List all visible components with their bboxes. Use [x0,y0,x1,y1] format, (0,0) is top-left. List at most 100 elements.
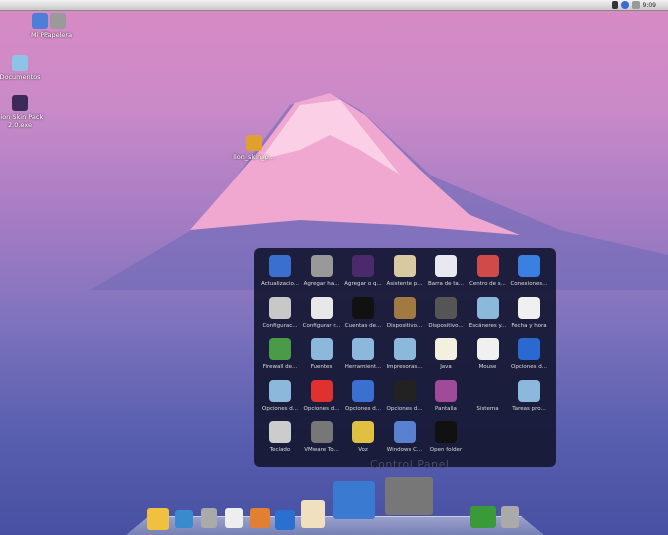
control-panel-item[interactable]: Opciones d... [384,379,426,412]
control-panel-item-label: Configurac... [262,322,298,329]
windows-cardspace-icon [393,421,416,443]
control-panel-item[interactable]: Opciones d... [342,379,384,412]
desktop-icon[interactable]: lion_skin_p... [224,135,284,161]
control-panel-item[interactable]: Teclado [259,421,301,453]
control-panel-item-label: Teclado [269,447,291,453]
control-panel-item[interactable]: Configurac... [259,296,301,329]
mouse-oval-icon [310,296,333,319]
control-panel-item[interactable]: Pantalla [425,379,467,412]
control-panel-item[interactable]: Configurar r... [301,296,343,329]
folder-icon [310,338,333,360]
config-icon [269,296,291,319]
control-panel-item[interactable]: Actualizacio... [259,255,301,287]
control-panel-item-label: Barra de ta... [427,281,465,287]
control-panel-item-label: Opciones d... [345,405,381,412]
control-panel-item-label: Tareas pro... [512,405,546,412]
control-panel-popup: Actualizacio... Agregar ha... Agregar o q.… [254,248,556,467]
add-remove-icon [352,255,374,277]
control-panel-item-label: Opciones d... [511,364,547,370]
control-panel-item[interactable]: Tareas pro... [508,379,550,412]
desktop-icon[interactable]: Papelera [28,13,88,39]
control-panel-item[interactable]: Dispositivo... [384,296,426,329]
dock-photo-icon[interactable] [470,506,496,528]
control-panel-item-label: Mouse [478,364,497,370]
control-panel-item[interactable]: Open folder [425,421,467,453]
control-panel-item[interactable]: Herramient... [342,338,384,370]
control-panel-item-label: Sistema [476,405,499,412]
dock-imac-icon[interactable] [333,481,375,519]
control-panel-item[interactable]: Java [425,338,467,370]
control-panel-item-label: Centro de s... [469,281,506,287]
dock-system-preferences-icon[interactable] [385,477,433,515]
dock-trash-icon[interactable] [501,506,519,528]
display-icon [435,379,457,402]
control-panel-item[interactable]: Agregar o q... [342,255,384,287]
control-panel-item[interactable]: Mouse [467,338,509,370]
speaker-icon [435,296,457,319]
globe-icon [518,255,540,277]
dock-finder-icon[interactable] [147,508,169,530]
trash-icon [50,13,66,29]
control-panel-item-label: Opciones d... [303,405,340,412]
control-panel-item[interactable]: Fecha y hora [508,296,550,329]
control-panel-item-label: Asistente p... [386,281,423,287]
mouse-icon [476,338,499,360]
control-panel-item-label: VMware To... [304,447,339,453]
battery-icon [310,379,333,402]
control-panel-item[interactable]: Barra de ta... [425,255,467,287]
house-icon [393,255,416,277]
update-icon [269,255,291,277]
control-panel-item[interactable]: Dispositivo... [425,296,467,329]
control-panel-item-label: Dispositivo... [386,322,423,329]
keyboard-icon [269,421,291,443]
dock-safari-icon[interactable] [175,510,193,528]
desktop-icon[interactable]: Documentos [0,55,50,81]
control-panel-item[interactable]: Opciones d... [508,338,550,370]
control-panel-item[interactable]: Voz [342,421,384,453]
dock-textedit-icon[interactable] [225,508,243,528]
control-panel-item-label: Windows C... [386,447,423,453]
dock-home-icon[interactable] [301,500,325,528]
control-panel-item-label: Herramient... [344,364,382,370]
control-panel-item[interactable]: Cuentas de... [342,296,384,329]
shield-icon [476,255,499,277]
desktop-icon[interactable]: Lion Skin Pack 2.0.exe [0,95,50,129]
control-panel-item[interactable]: Agregar ha... [301,255,343,287]
java-icon [435,338,457,360]
dock-media-player-icon[interactable] [275,510,295,530]
calendar-icon [518,296,540,319]
control-panel-item[interactable]: Fuentes [301,338,343,370]
control-panel-item-label: Actualizacio... [260,281,300,287]
dock-calculator-icon[interactable] [201,508,217,528]
desktop-icon-label: Papelera [43,31,73,39]
folder-icon [352,338,374,360]
dock-app-store-icon[interactable] [250,508,270,528]
apple-logo-icon [12,95,28,111]
scanner-folder-icon [476,296,499,319]
add-hardware-icon [310,255,333,277]
control-panel-item-label: Cuentas de... [344,322,382,329]
control-panel-item[interactable]: Escáneres y... [467,296,509,329]
network-tools-icon [352,379,374,402]
clock-folder-icon [518,379,540,402]
folder-icon [269,379,291,402]
control-panel-item[interactable]: Impresoras... [384,338,426,370]
info-icon [518,338,540,360]
control-panel-item[interactable]: VMware To... [301,421,343,453]
control-panel-item[interactable]: Centro de s... [467,255,509,287]
control-panel-item-label: Escáneres y... [468,322,507,329]
control-panel-item[interactable]: Windows C... [384,421,426,453]
control-panel-item-label: Firewall de... [262,364,298,370]
control-panel-item-label: Fuentes [310,364,333,370]
control-panel-item[interactable]: Asistente p... [384,255,426,287]
control-panel-item-label: Impresoras... [386,364,423,370]
vmware-icon [310,421,333,443]
firewall-icon [269,338,291,360]
control-panel-item[interactable]: Sistema [467,380,509,412]
control-panel-item[interactable]: Firewall de... [259,338,301,370]
control-panel-item[interactable]: Opciones d... [259,379,301,412]
control-panel-item[interactable]: Conexiones... [508,255,550,287]
control-panel-item[interactable]: Opciones d... [301,379,343,412]
control-panel-item-label: Opciones d... [386,405,423,412]
phone-icon [393,379,416,402]
